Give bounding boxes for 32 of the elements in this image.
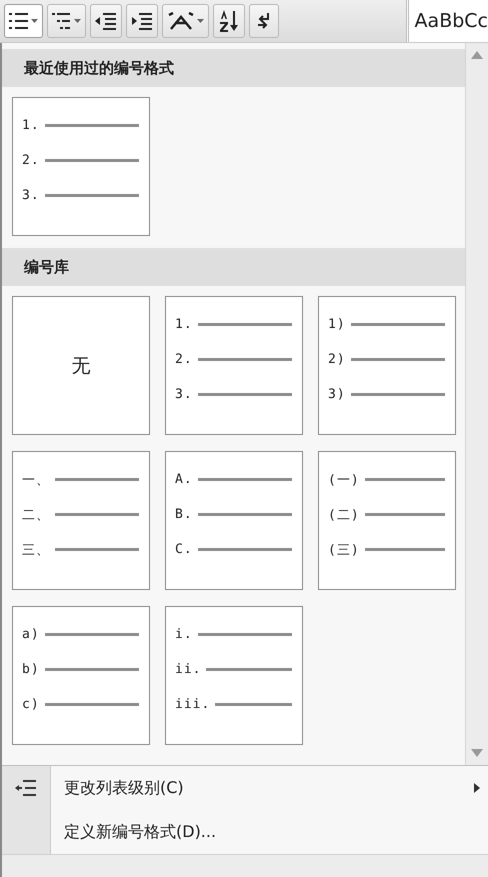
toolbar-button[interactable]	[90, 4, 122, 38]
numbering-format-tile[interactable]: 一、 二、 三、	[12, 451, 150, 590]
numbered-list-icon	[9, 11, 29, 31]
numbering-format-tile[interactable]: i. ii. iii.	[165, 606, 303, 745]
toolbar-button[interactable]	[4, 4, 43, 38]
dropdown-caret-icon	[74, 19, 81, 23]
numbering-format-tile[interactable]: 1) 2) 3)	[318, 296, 456, 435]
section-header: 编号库	[2, 248, 465, 286]
numbering-format-tile[interactable]: 1. 2. 3.	[12, 97, 150, 236]
toolbar-button[interactable]	[213, 4, 245, 38]
numbering-format-tile[interactable]: 无	[12, 296, 150, 435]
style-preview[interactable]: AaBbCc	[406, 0, 488, 42]
numbering-format-tile[interactable]: a) b) c)	[12, 606, 150, 745]
menu-item[interactable]: 更改列表级别(C)	[2, 766, 488, 810]
numbering-format-tile[interactable]: 1. 2. 3.	[165, 296, 303, 435]
toolbar-button[interactable]	[126, 4, 158, 38]
numbering-format-tile[interactable]: (一) (二) (三)	[318, 451, 456, 590]
toolbar-button[interactable]	[47, 4, 86, 38]
section-header: 最近使用过的编号格式	[2, 49, 465, 87]
text-spacing-icon	[167, 11, 195, 31]
list-level-icon	[15, 779, 37, 797]
toolbar-button[interactable]	[249, 4, 279, 38]
multilevel-list-icon	[52, 11, 72, 31]
dropdown-caret-icon	[197, 19, 204, 23]
sort-icon	[218, 9, 240, 33]
decrease-indent-icon	[95, 11, 117, 31]
menu-item[interactable]: 定义新编号格式(D)...	[2, 810, 488, 854]
numbering-format-tile[interactable]: A. B. C.	[165, 451, 303, 590]
dropdown-caret-icon	[31, 19, 38, 23]
increase-indent-icon	[131, 11, 153, 31]
submenu-arrow-icon	[474, 783, 480, 793]
toolbar-button[interactable]	[162, 4, 209, 38]
